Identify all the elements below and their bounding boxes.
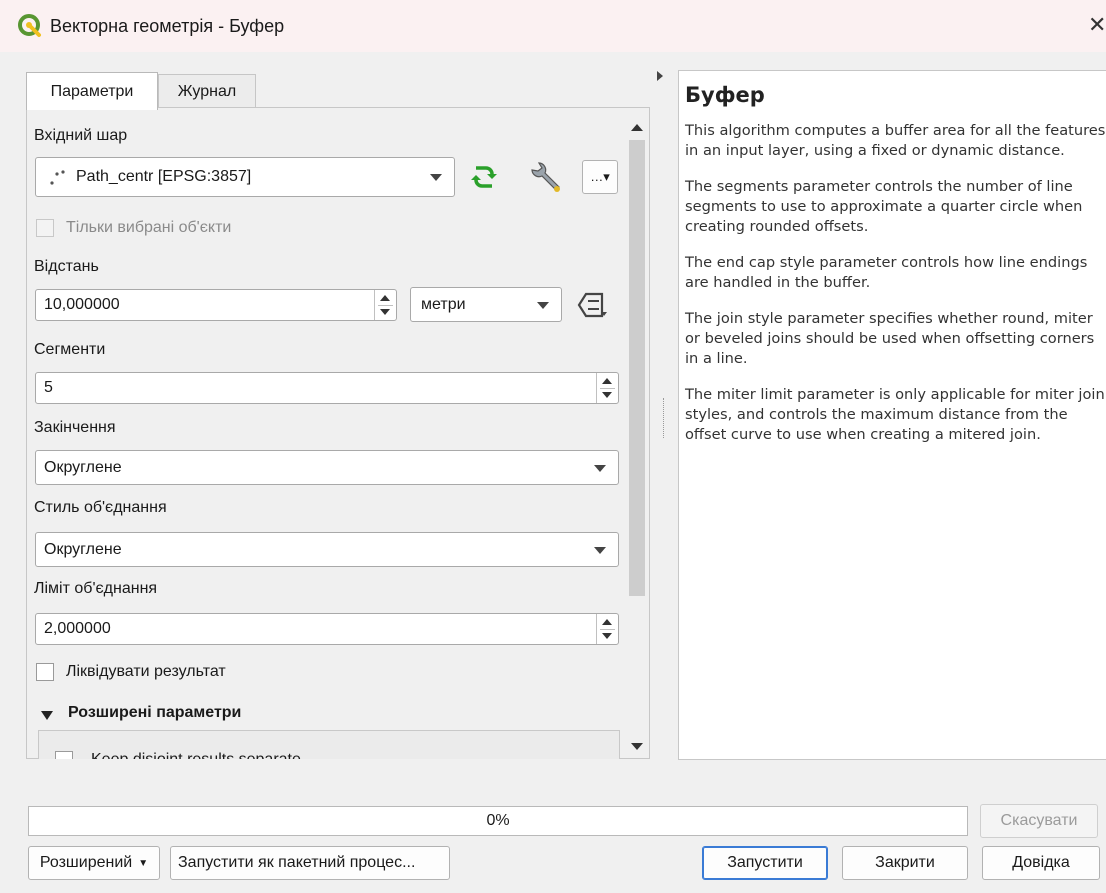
progress-text: 0% (486, 812, 510, 829)
input-layer-label: Вхідний шар (34, 127, 128, 144)
help-title: Буфер (685, 83, 765, 107)
title-bar: Векторна геометрія - Буфер ✕ (0, 0, 1106, 52)
input-layer-value: Path_centr [EPSG:3857] (76, 168, 252, 185)
chevron-down-icon (430, 174, 442, 181)
segments-value: 5 (44, 379, 53, 396)
params-scrollbar[interactable] (626, 118, 648, 758)
wrench-icon[interactable] (528, 160, 564, 196)
tab-parameters[interactable]: Параметри (26, 72, 158, 110)
splitter-handle[interactable] (663, 398, 666, 438)
distance-unit-value: метри (421, 295, 466, 313)
keep-disjoint-label: Keep disjoint results separate (91, 751, 301, 759)
distance-label: Відстань (34, 258, 99, 275)
miter-limit-input[interactable]: 2,000000 (35, 613, 619, 645)
qgis-logo-icon (18, 14, 41, 37)
help-pane: Буфер This algorithm computes a buffer a… (678, 70, 1106, 760)
segments-label: Сегменти (34, 341, 106, 358)
keep-disjoint-checkbox[interactable] (55, 751, 73, 759)
scroll-down-icon[interactable] (631, 743, 643, 750)
help-paragraph: The miter limit parameter is only applic… (685, 386, 1105, 443)
parameters-panel (26, 107, 650, 759)
close-icon[interactable]: ✕ (1088, 12, 1106, 38)
distance-input[interactable]: 10,000000 (35, 289, 397, 321)
chevron-down-icon: ▼ (138, 857, 149, 869)
tab-log[interactable]: Журнал (158, 74, 256, 108)
dissolve-label: Ліквідувати результат (66, 663, 226, 680)
run-button[interactable]: Запустити (702, 846, 828, 880)
help-paragraph: The segments parameter controls the numb… (685, 178, 1083, 235)
join-style-label: Стиль об'єднання (34, 499, 167, 516)
collapse-triangle-icon[interactable] (40, 709, 54, 721)
miter-limit-spinner[interactable] (596, 614, 618, 644)
cancel-button[interactable]: Скасувати (980, 804, 1098, 838)
distance-value: 10,000000 (44, 296, 120, 313)
miter-limit-label: Ліміт об'єднання (34, 580, 158, 597)
end-cap-label: Закінчення (34, 419, 116, 436)
miter-limit-value: 2,000000 (44, 620, 111, 637)
progress-bar: 0% (28, 806, 968, 836)
help-paragraph: This algorithm computes a buffer area fo… (685, 122, 1106, 159)
help-paragraph: The join style parameter specifies wheth… (685, 310, 1095, 367)
advanced-params-header[interactable]: Розширені параметри (68, 704, 241, 722)
iterate-features-icon[interactable] (468, 162, 500, 192)
data-defined-icon[interactable] (576, 290, 610, 320)
collapse-help-icon[interactable] (657, 71, 663, 81)
distance-unit-select[interactable]: метри (410, 287, 562, 322)
window-title: Векторна геометрія - Буфер (50, 16, 285, 36)
close-button[interactable]: Закрити (842, 846, 968, 880)
layer-options-button[interactable]: …▾ (582, 160, 618, 194)
advanced-dropdown-button[interactable]: Розширений ▼ (28, 846, 160, 880)
segments-input[interactable]: 5 (35, 372, 619, 404)
advanced-button-label: Розширений (39, 854, 133, 871)
point-layer-icon (50, 170, 65, 185)
dissolve-checkbox[interactable] (36, 663, 54, 681)
selected-only-label: Тільки вибрані об'єкти (66, 219, 232, 236)
scroll-thumb[interactable] (629, 140, 645, 596)
help-paragraph: The end cap style parameter controls how… (685, 254, 1088, 291)
end-cap-value: Округлене (44, 458, 122, 476)
help-button[interactable]: Довідка (982, 846, 1100, 880)
chevron-down-icon (594, 546, 606, 554)
end-cap-select[interactable]: Округлене (35, 450, 619, 485)
advanced-params-group: Keep disjoint results separate (38, 730, 620, 759)
join-style-value: Округлене (44, 540, 122, 558)
segments-spinner[interactable] (596, 373, 618, 403)
scroll-up-icon[interactable] (631, 124, 643, 131)
chevron-down-icon (594, 464, 606, 472)
run-as-batch-label: Запустити як пакетний процес... (178, 854, 416, 871)
selected-only-checkbox[interactable] (36, 219, 54, 237)
run-as-batch-button[interactable]: Запустити як пакетний процес... (170, 846, 450, 880)
join-style-select[interactable]: Округлене (35, 532, 619, 567)
distance-spinner[interactable] (374, 290, 396, 320)
chevron-down-icon (537, 301, 549, 309)
input-layer-combo[interactable]: Path_centr [EPSG:3857] (35, 157, 455, 197)
